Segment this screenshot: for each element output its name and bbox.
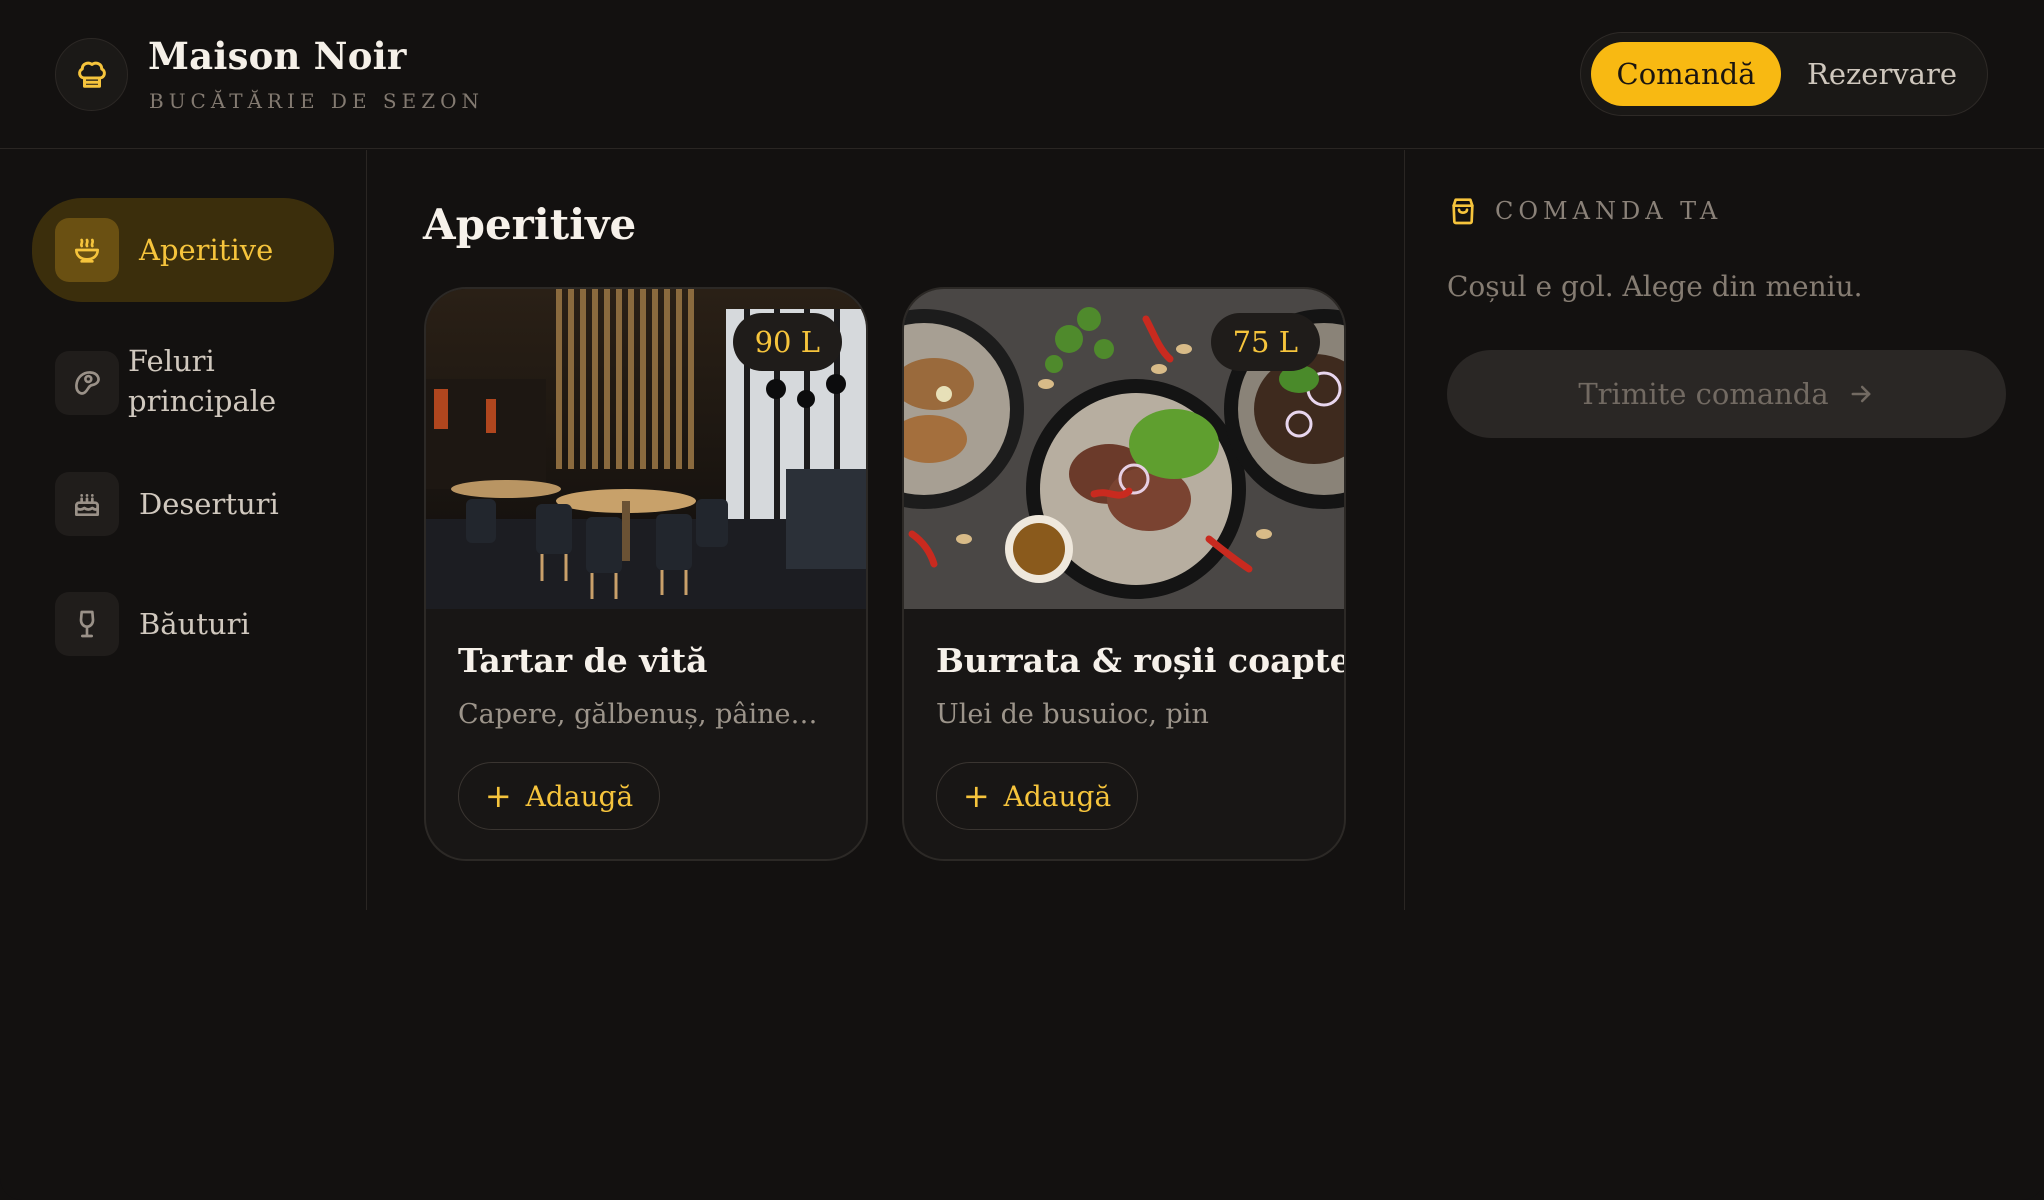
cake-icon — [55, 472, 119, 536]
tab-order[interactable]: Comandă — [1591, 42, 1781, 106]
chef-hat-icon — [77, 61, 106, 88]
sidebar-item-aperitive[interactable]: Aperitive — [32, 198, 334, 302]
logo — [55, 38, 128, 111]
dish-name: Tartar de vită — [458, 641, 708, 680]
dish-image: 75 L — [904, 289, 1344, 609]
header: Maison Noir BUCĂTĂRIE DE SEZON Comandă R… — [0, 0, 2044, 149]
add-to-order-button[interactable]: + Adaugă — [458, 762, 660, 830]
sidebar-item-label: Feluri principale — [128, 344, 277, 418]
order-header: COMANDA TA — [1447, 195, 1722, 227]
sidebar-item-label: Deserturi — [139, 487, 279, 521]
dish-description: Capere, gălbenuș, pâine… — [458, 699, 818, 730]
sidebar-item-label: Băuturi — [139, 607, 250, 641]
wine-glass-icon — [55, 592, 119, 656]
brand-subtitle: BUCĂTĂRIE DE SEZON — [149, 89, 484, 113]
add-button-label: Adaugă — [1003, 779, 1112, 813]
tab-reservation[interactable]: Rezervare — [1785, 42, 1979, 106]
category-sidebar: Aperitive Feluri principale Deserturi Bă… — [0, 150, 367, 910]
menu-card: 90 L Tartar de vită Capere, gălbenuș, pâ… — [424, 287, 868, 861]
mode-switch: Comandă Rezervare — [1580, 32, 1988, 116]
submit-order-button[interactable]: Trimite comanda — [1447, 350, 2006, 438]
price-badge: 90 L — [732, 313, 842, 371]
dish-image: 90 L — [426, 289, 866, 609]
brand-title: Maison Noir — [148, 34, 407, 78]
dish-description: Ulei de busuioc, pin — [936, 699, 1209, 730]
add-button-label: Adaugă — [525, 779, 634, 813]
price-badge: 75 L — [1210, 313, 1320, 371]
soup-bowl-icon — [55, 218, 119, 282]
order-panel: COMANDA TA Coșul e gol. Alege din meniu.… — [1404, 150, 2044, 910]
dish-name: Burrata & roșii coapte — [936, 641, 1346, 680]
plus-icon: + — [962, 777, 990, 815]
menu-card: 75 L Burrata & roșii coapte Ulei de busu… — [902, 287, 1346, 861]
add-to-order-button[interactable]: + Adaugă — [936, 762, 1138, 830]
sidebar-item-label: Aperitive — [139, 233, 274, 267]
app-window: Maison Noir BUCĂTĂRIE DE SEZON Comandă R… — [0, 0, 2044, 1200]
sidebar-item-deserturi[interactable]: Deserturi — [32, 450, 334, 558]
order-title: COMANDA TA — [1495, 197, 1723, 225]
sidebar-item-bauturi[interactable]: Băuturi — [32, 570, 334, 678]
submit-order-label: Trimite comanda — [1578, 377, 1829, 411]
steak-icon — [55, 351, 119, 415]
sidebar-item-feluri-principale[interactable]: Feluri principale — [32, 328, 334, 438]
arrow-right-icon — [1851, 385, 1871, 403]
shopping-bag-icon — [1452, 198, 1474, 225]
plus-icon: + — [484, 777, 512, 815]
empty-cart-message: Coșul e gol. Alege din meniu. — [1447, 270, 1863, 303]
section-title: Aperitive — [423, 200, 637, 249]
